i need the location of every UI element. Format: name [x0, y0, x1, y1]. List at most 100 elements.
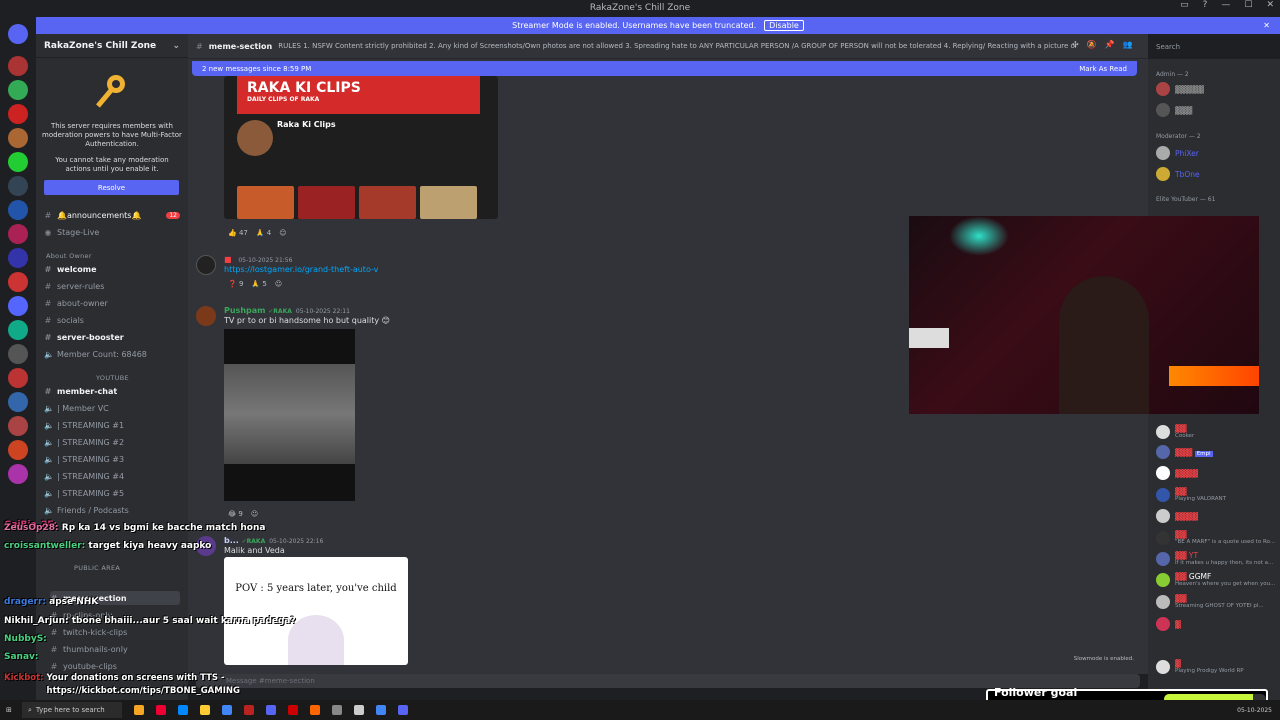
server-icon[interactable] — [8, 56, 28, 76]
server-icon[interactable] — [8, 80, 28, 100]
category-youtube[interactable]: YOUTUBE — [96, 374, 129, 382]
add-reaction-icon[interactable]: ☺ — [279, 229, 286, 237]
reaction[interactable]: 🙏 5 — [251, 280, 266, 288]
channel-server-booster[interactable]: # server-booster — [44, 330, 184, 344]
message-link[interactable]: https://lostgamer.io/grand-theft-auto-v — [224, 265, 378, 274]
server-icon[interactable] — [8, 416, 28, 436]
pin-icon[interactable]: 📌 — [1105, 40, 1115, 49]
threads-icon[interactable]: ✣ — [1072, 40, 1079, 49]
server-icon[interactable] — [8, 344, 28, 364]
disable-button[interactable]: Disable — [764, 20, 804, 31]
discord-icon[interactable] — [398, 705, 408, 715]
server-icon[interactable] — [8, 440, 28, 460]
reaction[interactable]: ❓ 9 — [228, 280, 243, 288]
home-icon[interactable] — [8, 24, 28, 44]
channel-server-rules[interactable]: # server-rules — [44, 279, 184, 293]
members-icon[interactable]: 👥 — [1123, 40, 1133, 49]
server-icon[interactable] — [8, 320, 28, 340]
minimize-button[interactable]: — — [1221, 0, 1230, 10]
server-icon[interactable] — [8, 104, 28, 124]
member[interactable]: ▓▓▓▓▓ — [1156, 82, 1204, 96]
obs-icon[interactable] — [354, 705, 364, 715]
member[interactable]: ▓▓ YT If it makes u happy then, its not a… — [1156, 551, 1273, 566]
chrome-icon[interactable] — [222, 705, 232, 715]
member-mod[interactable]: PhiXer — [1156, 146, 1199, 160]
chevron-down-icon[interactable]: ⌄ — [172, 41, 180, 51]
channel-stage[interactable]: ◉ Stage-Live — [44, 225, 184, 239]
brave-icon[interactable] — [310, 705, 320, 715]
channel-streaming-4[interactable]: 🔈 | STREAMING #4 — [44, 469, 184, 483]
server-header[interactable]: RakaZone's Chill Zone ⌄ — [36, 34, 188, 58]
reaction[interactable]: 👍 47 — [228, 229, 248, 237]
app-icon[interactable] — [288, 705, 298, 715]
mark-as-read-button[interactable]: Mark As Read — [1079, 65, 1127, 73]
add-reaction-icon[interactable]: ☺ — [275, 280, 282, 288]
member[interactable]: ▓▓▓ Empi — [1156, 445, 1213, 459]
member[interactable]: ▓▓ GGMF Heaven's where you get when you..… — [1156, 572, 1275, 587]
member[interactable]: ▓▓ Cooker — [1156, 424, 1194, 439]
member[interactable]: ▓ Playing Prodigy World RP — [1156, 659, 1244, 674]
channel-friends-podcasts[interactable]: 🔈 Friends / Podcasts — [44, 503, 184, 517]
app-icon[interactable] — [244, 705, 254, 715]
discord-icon[interactable] — [266, 705, 276, 715]
avatar[interactable] — [196, 306, 216, 326]
server-icon[interactable] — [8, 272, 28, 292]
help-icon[interactable]: ? — [1203, 0, 1208, 10]
channel-streaming-2[interactable]: 🔈 | STREAMING #2 — [44, 435, 184, 449]
member[interactable]: ▓▓ "BE A MARF" is a quote used to Ro... — [1156, 530, 1275, 545]
clock[interactable]: 05-10-2025 — [1237, 707, 1272, 714]
server-icon[interactable] — [8, 200, 28, 220]
server-icon[interactable] — [8, 296, 28, 316]
close-icon[interactable]: ✕ — [1263, 21, 1270, 30]
reaction[interactable]: 😂 9 — [228, 510, 243, 518]
close-button[interactable]: ✕ — [1266, 0, 1274, 10]
channel-topic[interactable]: RULES 1. NSFW Content strictly prohibite… — [278, 42, 1078, 50]
member[interactable]: ▓▓▓ — [1156, 103, 1192, 117]
channel-welcome[interactable]: # welcome — [44, 262, 184, 276]
member[interactable]: ▓▓▓▓ — [1156, 509, 1198, 523]
reaction[interactable]: 🙏 4 — [256, 229, 271, 237]
message-image[interactable] — [224, 329, 355, 501]
channel-streaming-1[interactable]: 🔈 | STREAMING #1 — [44, 418, 184, 432]
server-icon[interactable] — [8, 224, 28, 244]
member[interactable]: ▓▓ Playing VALORANT — [1156, 487, 1226, 502]
taskbar-search[interactable]: ⌕ Type here to search — [22, 702, 122, 718]
chrome-icon[interactable] — [376, 705, 386, 715]
maximize-button[interactable]: ☐ — [1244, 0, 1252, 10]
notification-icon[interactable]: 🔕 — [1087, 40, 1097, 49]
avatar[interactable] — [196, 255, 216, 275]
username[interactable]: Pushpam ✓RAKA 05-10-2025 22:11 — [224, 306, 350, 315]
username[interactable]: ■ 05-10-2025 21:56 — [224, 255, 292, 264]
channel-streaming-3[interactable]: 🔈 | STREAMING #3 — [44, 452, 184, 466]
server-icon[interactable] — [8, 248, 28, 268]
add-reaction-icon[interactable]: ☺ — [251, 510, 258, 518]
edge-icon[interactable] — [178, 705, 188, 715]
server-icon[interactable] — [8, 392, 28, 412]
server-icon[interactable] — [8, 128, 28, 148]
member[interactable]: ▓▓ Streaming GHOST OF YOTEI pl... — [1156, 594, 1264, 609]
resolve-button[interactable]: Resolve — [44, 180, 179, 195]
channel-member-chat[interactable]: # member-chat — [44, 384, 184, 398]
category-about-owner[interactable]: About Owner — [46, 252, 92, 260]
embed-image[interactable]: RAKA KI CLIPS DAILY CLIPS OF RAKA Raka K… — [224, 76, 498, 219]
app-icon[interactable] — [156, 705, 166, 715]
server-icon[interactable] — [8, 152, 28, 172]
new-messages-bar[interactable]: 2 new messages since 8:59 PM Mark As Rea… — [192, 61, 1137, 76]
member[interactable]: ▓ — [1156, 617, 1181, 631]
member[interactable]: ▓▓▓▓ — [1156, 466, 1198, 480]
server-icon[interactable] — [8, 368, 28, 388]
taskview-icon[interactable] — [134, 705, 144, 715]
search-input[interactable]: Search — [1150, 40, 1272, 54]
channel-socials[interactable]: # socials — [44, 313, 184, 327]
app-icon[interactable] — [332, 705, 342, 715]
channel-member-vc[interactable]: 🔈 | Member VC — [44, 401, 184, 415]
inbox-icon[interactable]: ▭ — [1180, 0, 1189, 10]
member-mod[interactable]: TbOne — [1156, 167, 1200, 181]
explorer-icon[interactable] — [200, 705, 210, 715]
server-icon[interactable] — [8, 464, 28, 484]
channel-about-owner[interactable]: # about-owner — [44, 296, 184, 310]
channel-announcements[interactable]: # 🔔announcements🔔 12 — [44, 208, 184, 222]
channel-member-count[interactable]: 🔈 Member Count: 68468 — [44, 347, 184, 361]
channel-streaming-5[interactable]: 🔈 | STREAMING #5 — [44, 486, 184, 500]
server-icon[interactable] — [8, 176, 28, 196]
